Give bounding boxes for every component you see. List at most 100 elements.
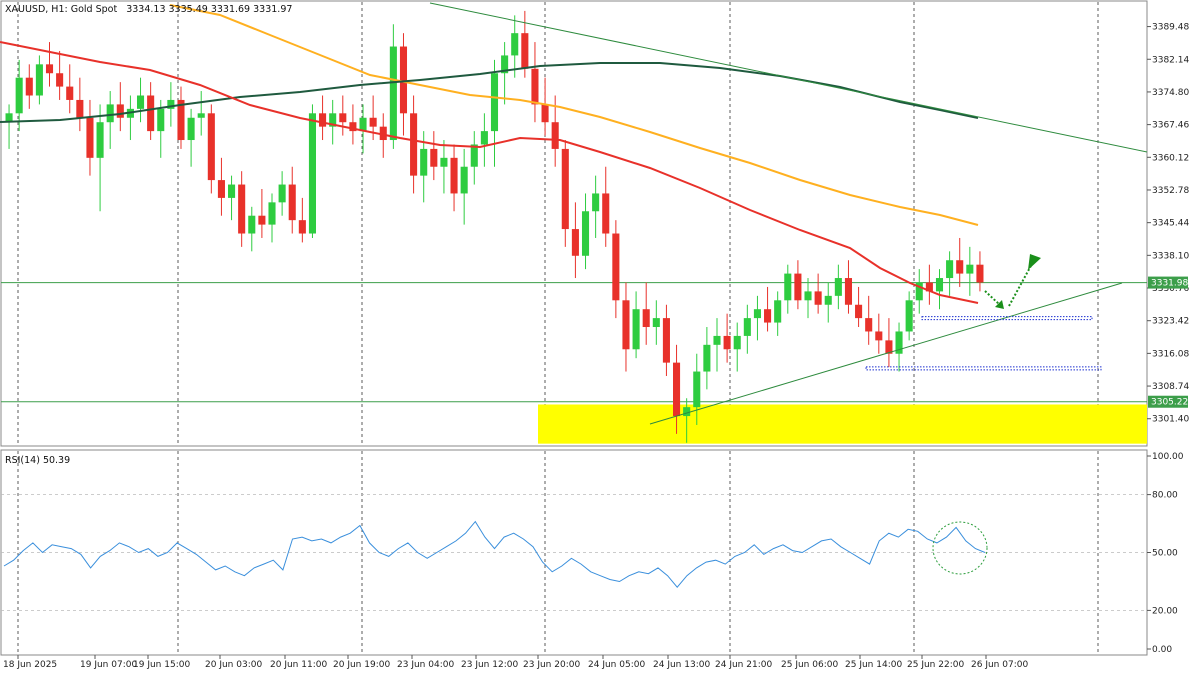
candle-body	[844, 278, 853, 305]
price-tick-label: 3360.12	[1152, 153, 1189, 163]
chart-canvas: 3389.48 3382.14 3374.80 3367.46 3360.12 3352.…	[0, 0, 1200, 675]
candle-body	[602, 193, 610, 234]
time-tick-label: 25 Jun 22:00	[907, 660, 964, 670]
candle-body	[966, 264, 974, 274]
chart-ohlc: 3334.13 3335.49 3331.69 3331.97	[126, 4, 292, 15]
candle-body	[784, 273, 792, 301]
candle-body	[207, 113, 215, 181]
candle-body	[612, 233, 620, 301]
time-tick-label: 20 Jun 19:00	[333, 660, 390, 670]
candle-body	[86, 117, 94, 158]
candle-body	[764, 309, 772, 323]
candle-body	[278, 184, 286, 203]
candle-body	[187, 117, 195, 141]
time-tick-label: 25 Jun 06:00	[781, 660, 838, 670]
candle-body	[197, 113, 205, 118]
candle-body	[804, 291, 812, 301]
time-tick-label: 20 Jun 11:00	[270, 660, 327, 670]
price-tick-label: 3374.80	[1152, 88, 1189, 98]
price-tick-label: 3382.14	[1152, 55, 1189, 65]
candle-body	[35, 64, 43, 96]
price-tick-label: 3323.42	[1152, 317, 1189, 327]
candle-body	[96, 122, 104, 158]
candle-body	[571, 229, 579, 256]
candle-body	[683, 407, 691, 417]
rsi-tick-label: 50.00	[1152, 549, 1178, 559]
candle-body	[824, 295, 832, 305]
price-tick-label: 3316.08	[1152, 349, 1189, 359]
time-tick-label: 25 Jun 14:00	[845, 660, 902, 670]
candle-body	[551, 122, 559, 149]
price-tick-label: 3345.44	[1152, 219, 1189, 229]
candle-body	[642, 309, 650, 328]
rsi-title: RSI(14) 50.39	[5, 455, 70, 466]
price-tick-label: 3338.10	[1152, 251, 1189, 261]
candle-body	[622, 300, 630, 350]
candle-body	[248, 215, 256, 234]
candle-body	[410, 113, 418, 176]
candle-body	[480, 131, 488, 145]
support-zone-layer	[538, 404, 1147, 444]
candle-body	[116, 104, 124, 118]
candle-body	[288, 184, 296, 221]
rsi-tick-label: 0.00	[1152, 645, 1172, 655]
candle-body	[490, 73, 499, 132]
candle-body	[632, 309, 640, 350]
candle-body	[753, 309, 761, 319]
candle-body	[794, 273, 802, 301]
candle-body	[541, 104, 549, 123]
candle-body	[339, 113, 347, 123]
candle-body	[228, 184, 236, 198]
price-tick-label: 3352.78	[1152, 186, 1189, 196]
candle-body	[308, 113, 316, 234]
candle-body	[733, 335, 741, 350]
time-tick-label: 18 Jun 2025	[3, 660, 57, 670]
candle-body	[511, 33, 519, 56]
candle-body	[460, 166, 468, 194]
candle-body	[581, 211, 590, 256]
candle-body	[440, 157, 448, 167]
candle-body	[45, 64, 54, 74]
candle-body	[369, 117, 377, 127]
candle-body	[743, 318, 751, 336]
rsi-tick-label: 20.00	[1152, 606, 1178, 616]
candle-body	[521, 33, 529, 69]
time-tick-label: 23 Jun 20:00	[523, 660, 580, 670]
time-tick-label: 19 Jun 07:00	[80, 660, 137, 670]
chart-symbol: XAUUSD, H1: Gold Spot	[5, 4, 117, 15]
rsi-tick-label: 100.00	[1152, 452, 1184, 462]
time-tick-label: 19 Jun 15:00	[133, 660, 190, 670]
time-tick-label: 24 Jun 21:00	[715, 660, 772, 670]
candle-body	[389, 46, 397, 141]
time-tick-label: 23 Jun 12:00	[461, 660, 518, 670]
time-tick-label: 26 Jun 07:00	[971, 660, 1028, 670]
price-tick-label: 3301.40	[1152, 415, 1189, 425]
candle-body	[865, 318, 873, 332]
candle-body	[673, 362, 681, 417]
candle-body	[298, 220, 306, 234]
candle-body	[157, 108, 165, 132]
candle-body	[905, 300, 913, 332]
candle-body	[723, 335, 731, 350]
candle-body	[855, 304, 863, 319]
time-tick-label: 24 Jun 05:00	[588, 660, 645, 670]
candle-body	[976, 264, 984, 283]
candle-body	[319, 113, 327, 127]
candle-body	[703, 344, 711, 372]
candle-body	[450, 157, 458, 194]
time-tick-label: 24 Jun 13:00	[653, 660, 710, 670]
chart-title: XAUUSD, H1: Gold Spot 3334.13 3335.49 33…	[5, 4, 292, 15]
candle-body	[430, 148, 438, 167]
candle-body	[592, 193, 600, 212]
candle-body	[561, 148, 569, 230]
price-tag-support-label: 3305.22	[1151, 398, 1188, 408]
support-zone	[538, 404, 1147, 444]
candle-body	[946, 260, 954, 279]
candle-body	[774, 300, 782, 323]
price-tick-label: 3308.74	[1152, 382, 1189, 392]
time-tick-label: 20 Jun 03:00	[205, 660, 262, 670]
candle-body	[136, 95, 145, 109]
price-tick-label: 3389.48	[1152, 23, 1189, 33]
candle-body	[652, 318, 660, 328]
candle-body	[693, 371, 701, 408]
